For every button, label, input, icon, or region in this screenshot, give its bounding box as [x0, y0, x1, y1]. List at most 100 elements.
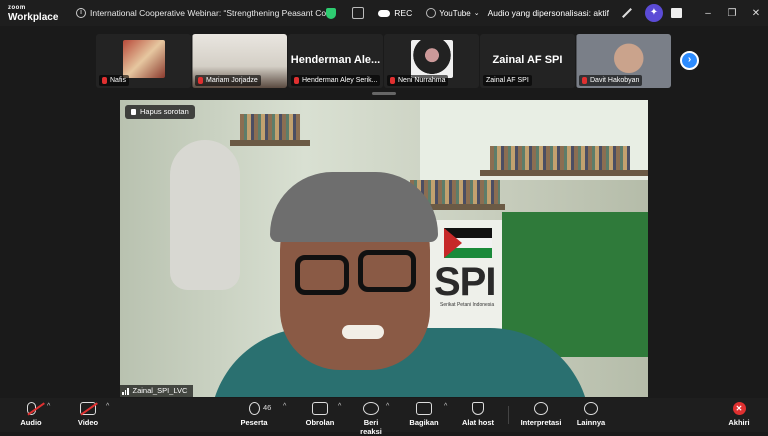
participant-name: Neni Nurrahma — [398, 77, 446, 84]
glasses-left-lens — [295, 255, 349, 295]
participants-icon — [248, 402, 260, 415]
ai-companion-icon[interactable]: ✦ — [645, 4, 663, 22]
end-meeting-button[interactable]: ✕ Akhiri — [726, 402, 752, 427]
participants-options-caret[interactable]: ^ — [283, 403, 286, 410]
audio-options-caret[interactable]: ^ — [47, 403, 50, 410]
more-button[interactable]: Lainnya — [576, 402, 606, 427]
flag-image — [444, 228, 492, 258]
guitar — [170, 140, 240, 290]
globe-icon — [426, 8, 437, 18]
share-label: Bagikan — [409, 418, 439, 427]
speaker-name: Zainal_SPI_LVC — [132, 386, 188, 395]
video-button[interactable]: Video — [74, 402, 102, 427]
muted-mic-icon — [390, 77, 395, 84]
rec-label: REC — [394, 8, 413, 18]
participants-label: Peserta — [240, 418, 268, 427]
pin-icon — [131, 109, 136, 115]
personalized-audio-status[interactable]: Audio yang dipersonalisasi: aktif — [488, 8, 609, 18]
youtube-stream-indicator[interactable]: YouTube ⌄ — [426, 8, 480, 18]
heart-icon — [363, 402, 379, 415]
muted-mic-icon — [198, 77, 203, 84]
speaker-name-tag: Zainal_SPI_LVC — [120, 385, 194, 397]
audio-label: Audio — [20, 418, 42, 427]
participant-name: Mariam Jorjadze — [206, 77, 258, 84]
bookshelf-books — [490, 146, 630, 172]
chat-label: Obrolan — [305, 418, 335, 427]
chat-icon — [312, 402, 328, 415]
meeting-toolbar: Audio ^ Video ^ Peserta 46 ^ Obrolan ^ B… — [0, 398, 768, 436]
youtube-label: YouTube — [439, 8, 471, 18]
camera-icon — [80, 402, 98, 416]
remove-spotlight-button[interactable]: Hapus sorotan — [125, 105, 195, 119]
view-icon[interactable] — [671, 8, 682, 18]
muted-mic-icon — [102, 77, 107, 84]
share-screen-icon — [416, 402, 432, 415]
chevron-down-icon: ⌄ — [473, 10, 480, 17]
end-label: Akhiri — [728, 418, 750, 427]
participant-photo — [410, 40, 453, 78]
spi-banner-text: SPI — [434, 260, 496, 304]
shelf — [480, 170, 648, 176]
participant-name-tag: Mariam Jorjadze — [195, 75, 261, 86]
magic-wand-icon[interactable] — [622, 8, 632, 18]
participant-name-tag: Davit Hakobyan — [579, 75, 643, 86]
reactions-label: Beri reaksi — [360, 418, 382, 436]
host-tools-button[interactable]: Alat host — [460, 402, 496, 427]
speaker-mouth — [342, 325, 384, 339]
chat-options-caret[interactable]: ^ — [338, 403, 341, 410]
participants-count: 46 — [263, 403, 272, 412]
participant-name-tag: Zainal AF SPI — [483, 75, 532, 86]
close-button[interactable]: ✕ — [744, 8, 768, 19]
participant-name-tag: Henderman Aley Serik... — [291, 75, 381, 86]
muted-mic-icon — [294, 77, 299, 84]
globe-icon — [534, 402, 548, 415]
participant-name: Henderman Aley Serik... — [302, 77, 378, 84]
notes-icon[interactable] — [352, 7, 365, 19]
interpretation-button[interactable]: Interpretasi — [518, 402, 564, 427]
participant-display-name: Henderman Ale... — [290, 54, 381, 66]
recording-indicator[interactable]: REC — [378, 8, 412, 18]
muted-mic-icon — [582, 77, 587, 84]
title-bar: zoom Workplace i International Cooperati… — [0, 0, 768, 26]
meeting-title: International Cooperative Webinar: “Stre… — [90, 8, 330, 18]
participant-name: Nafis — [110, 77, 126, 84]
info-icon[interactable]: i — [76, 8, 86, 18]
bookshelf-books — [240, 114, 300, 140]
participant-tile[interactable]: Mariam Jorjadze — [192, 34, 287, 88]
spi-banner-subtext: Serikat Petani Indonesia — [440, 302, 495, 308]
spotlight-video[interactable]: SPI Serikat Petani Indonesia Hapus sorot… — [120, 100, 648, 397]
more-icon — [584, 402, 598, 415]
toolbar-divider — [508, 406, 509, 424]
participant-tile[interactable]: Davit Hakobyan — [576, 34, 671, 88]
chat-button[interactable]: Obrolan — [304, 402, 336, 427]
encryption-shield-icon[interactable] — [326, 7, 337, 19]
share-options-caret[interactable]: ^ — [444, 403, 447, 410]
participant-tile[interactable]: Nafis — [96, 34, 191, 88]
participant-tile[interactable]: Neni Nurrahma — [384, 34, 479, 88]
audio-button[interactable]: Audio — [18, 402, 45, 427]
interpretation-label: Interpretasi — [520, 418, 562, 427]
reactions-button[interactable]: Beri reaksi — [352, 402, 390, 436]
minimize-button[interactable]: – — [696, 8, 720, 19]
participant-tile[interactable]: Henderman Ale... Henderman Aley Serik... — [288, 34, 383, 88]
more-label: Lainnya — [576, 418, 606, 427]
participant-tile[interactable]: Zainal AF SPI Zainal AF SPI — [480, 34, 575, 88]
logo-bottom-text: Workplace — [8, 12, 59, 23]
reactions-options-caret[interactable]: ^ — [386, 403, 389, 410]
restore-button[interactable]: ❐ — [720, 8, 744, 19]
cloud-icon — [378, 9, 391, 17]
share-button[interactable]: Bagikan — [408, 402, 440, 427]
participant-photo — [122, 40, 165, 78]
zoom-logo: zoom Workplace — [0, 4, 62, 23]
strip-resize-handle[interactable] — [372, 92, 396, 95]
glasses-right-lens — [358, 250, 416, 292]
video-options-caret[interactable]: ^ — [106, 403, 109, 410]
host-tools-label: Alat host — [461, 418, 495, 427]
video-label: Video — [77, 418, 99, 427]
gallery-strip: Nafis Mariam Jorjadze Henderman Ale... H… — [0, 26, 768, 96]
participant-name: Davit Hakobyan — [590, 77, 640, 84]
microphone-icon — [26, 402, 45, 416]
participant-name-tag: Nafis — [99, 75, 129, 86]
next-page-button[interactable]: › — [680, 51, 699, 70]
participant-name: Zainal AF SPI — [486, 77, 529, 84]
